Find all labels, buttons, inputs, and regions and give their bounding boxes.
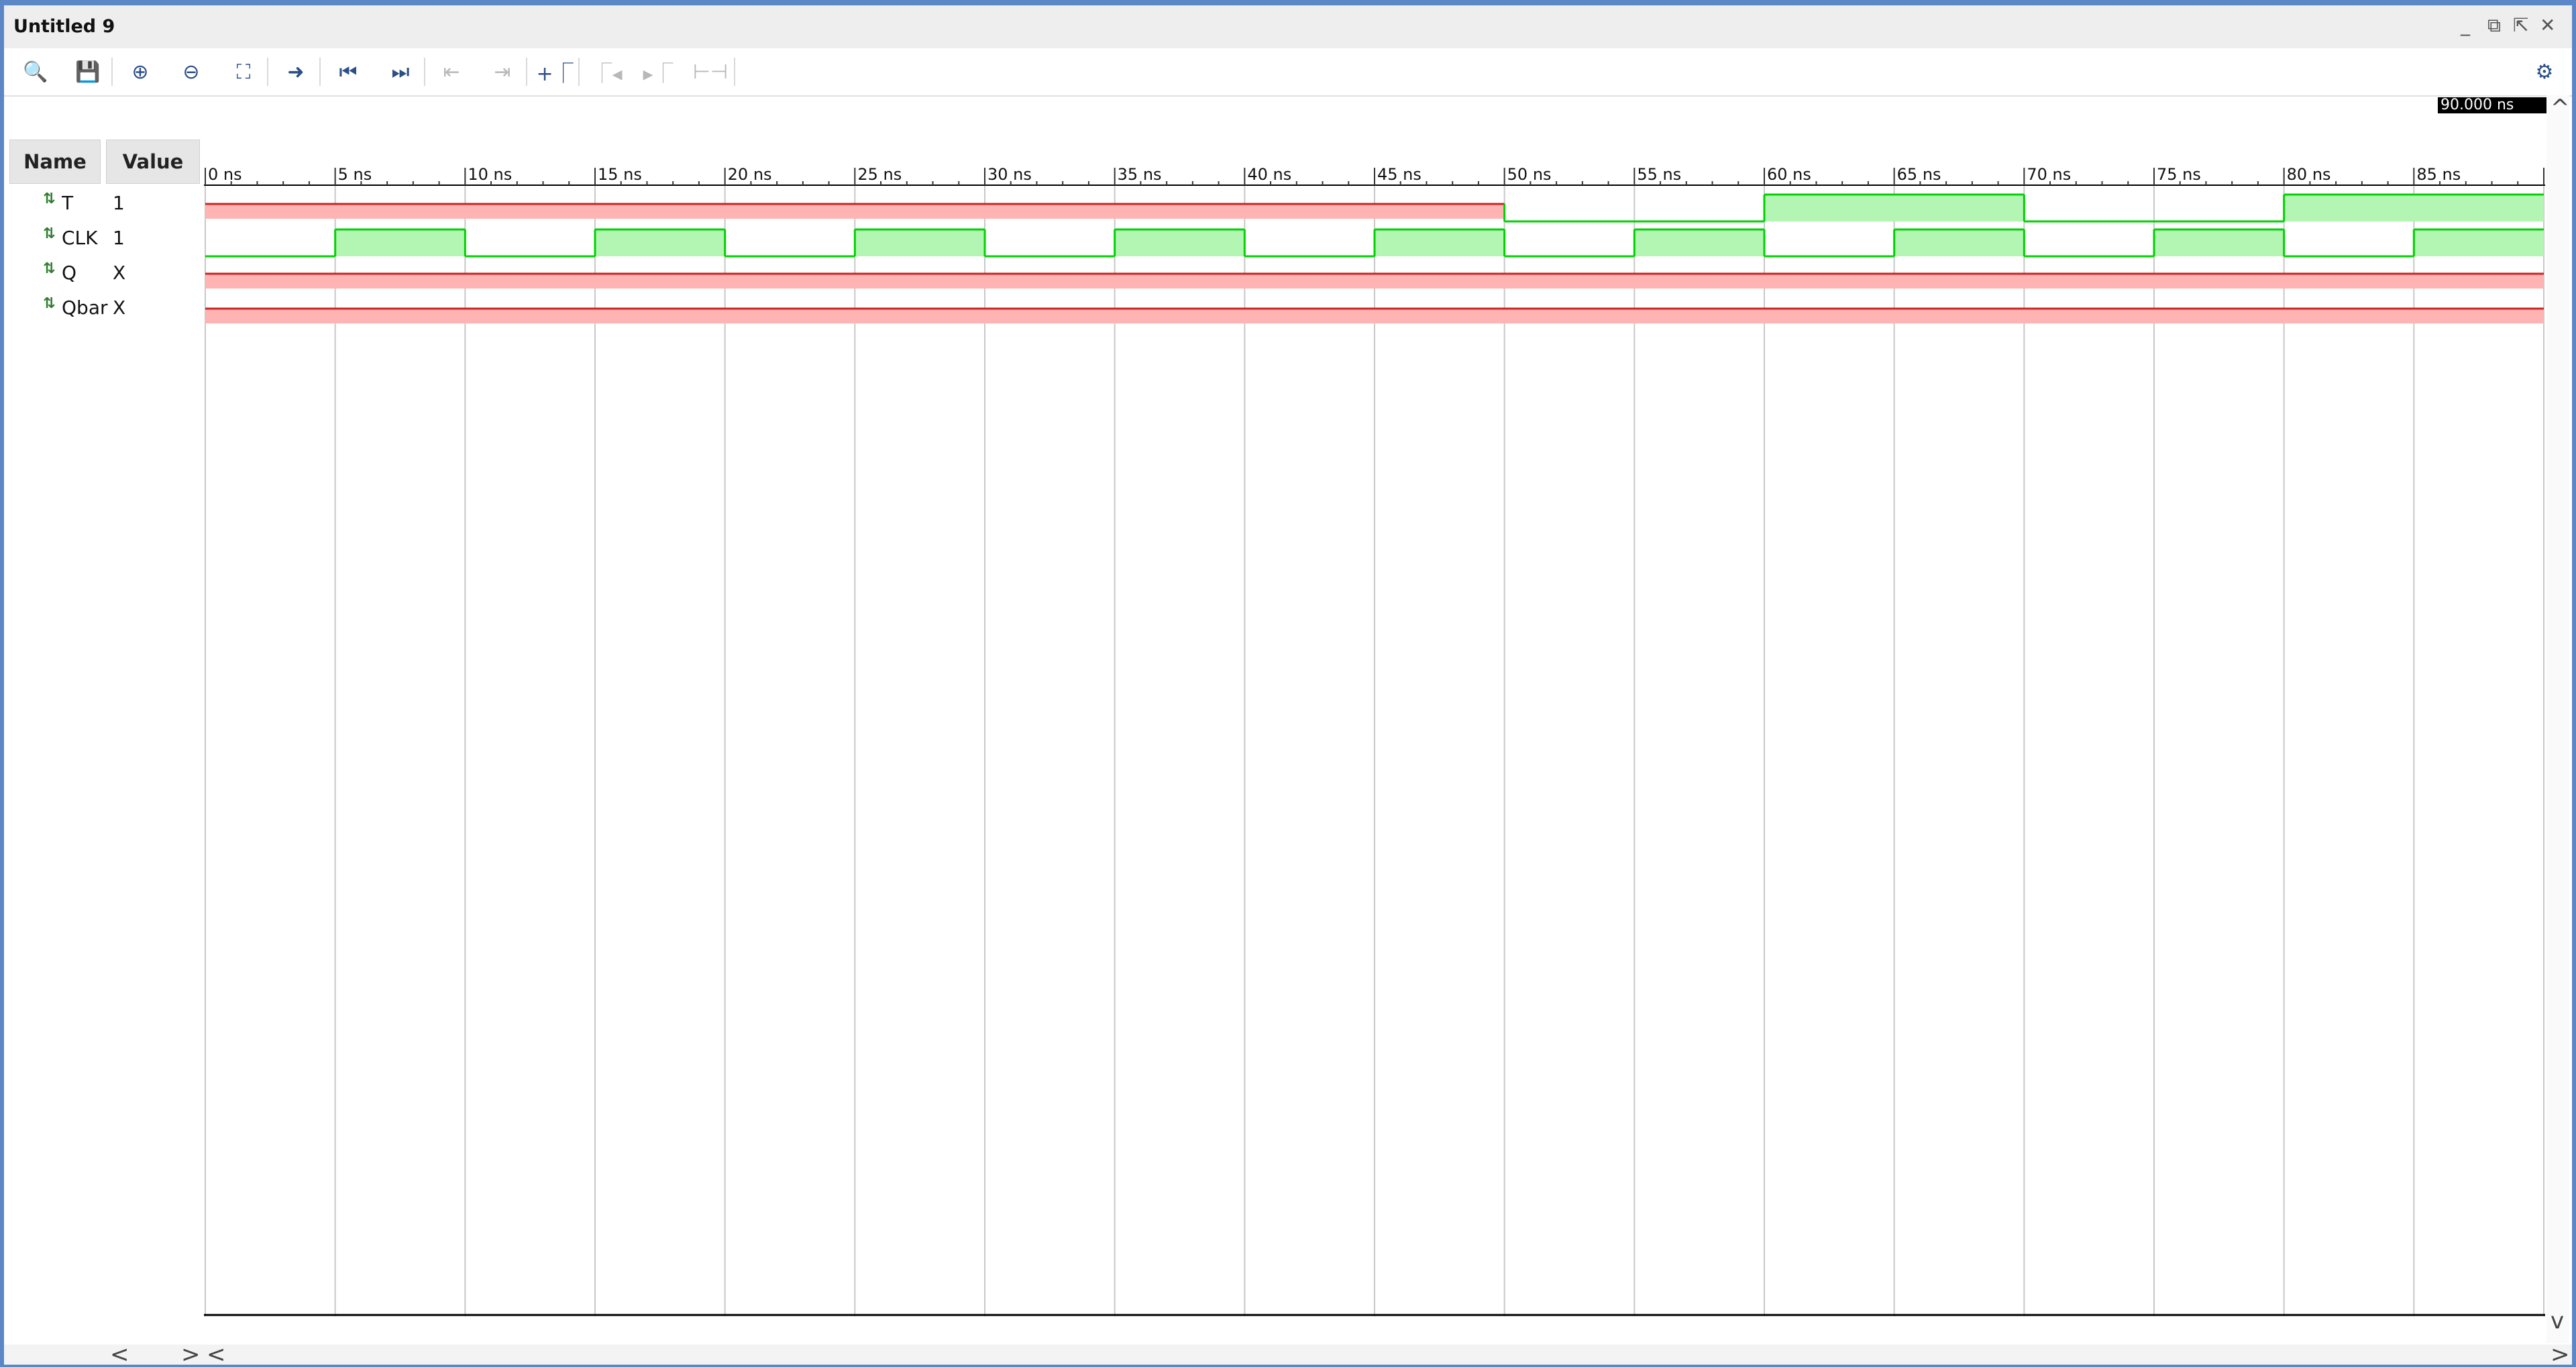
toolbar-separator	[734, 58, 735, 86]
toolbar-separator	[319, 58, 321, 86]
waveform-canvas[interactable]: 0 ns 5 ns 10 ns 15 ns 20 ns 25 ns 30 ns 35 ns 40…	[204, 95, 2545, 1316]
wave-segment-unknown	[205, 274, 2544, 288]
horizontal-scrollbar[interactable]: < > < >	[4, 1343, 2572, 1366]
wave-segment-high	[335, 229, 466, 256]
wave-segment-high	[1375, 229, 1505, 256]
swap-cursors-icon[interactable]: ⊢⊣	[693, 56, 728, 87]
wave-segment-high	[1894, 229, 2025, 256]
tick-label: 20 ns	[728, 165, 772, 184]
name-column-header[interactable]: Name	[9, 140, 101, 184]
tick-label: 25 ns	[857, 165, 902, 184]
tick-label: 85 ns	[2416, 165, 2461, 184]
zoom-fit-icon[interactable]: ⛶	[227, 56, 260, 87]
zoom-in-icon[interactable]: ⊕	[123, 56, 157, 87]
signal-name: Qbar	[62, 297, 108, 319]
scroll-up-icon[interactable]: ^	[2551, 97, 2570, 119]
cursor-time-readout: 90.000 ns	[2438, 97, 2546, 113]
toolbar-separator	[424, 58, 425, 86]
tick-label: 75 ns	[2157, 165, 2201, 184]
tick-label: 0 ns	[208, 165, 242, 184]
wave-segment-high	[2414, 229, 2544, 256]
tick-label: 80 ns	[2287, 165, 2331, 184]
signal-name: CLK	[62, 227, 98, 249]
tick-label: 50 ns	[1507, 165, 1552, 184]
signal-row-clk[interactable]: ⇅ CLK 1	[9, 224, 201, 251]
tick-label: 30 ns	[987, 165, 1032, 184]
zoom-out-icon[interactable]: ⊖	[174, 56, 208, 87]
previous-marker-icon[interactable]: ⎾◂	[590, 56, 624, 87]
add-marker-icon[interactable]: +⎾	[536, 56, 573, 87]
scroll-down-icon[interactable]: v	[2551, 1310, 2564, 1332]
tick-label: 15 ns	[598, 165, 642, 184]
save-icon[interactable]: 💾	[71, 56, 105, 87]
tick-label: 60 ns	[1767, 165, 1811, 184]
wave-segment-high	[1634, 229, 1764, 256]
tick-label: 35 ns	[1118, 165, 1162, 184]
float-icon[interactable]: ⇱	[2513, 15, 2528, 36]
signal-value: 1	[113, 192, 125, 214]
value-column-header[interactable]: Value	[106, 140, 200, 184]
tick-label: 55 ns	[1637, 165, 1681, 184]
names-scroll-right-icon[interactable]: >	[181, 1343, 201, 1366]
tick-label: 65 ns	[1897, 165, 1941, 184]
toolbar-separator	[111, 58, 113, 86]
toolbar-separator	[578, 58, 580, 86]
wave-scroll-right-icon[interactable]: >	[2551, 1343, 2570, 1366]
vertical-scrollbar[interactable]: ^ v	[2546, 95, 2570, 1343]
wave-segment-high	[1114, 229, 1245, 256]
go-to-time-zero-icon[interactable]: ⏮	[331, 56, 365, 87]
wave-scroll-left-icon[interactable]: <	[207, 1343, 226, 1366]
wave-segment-unknown	[205, 204, 1505, 219]
tick-label: 5 ns	[338, 165, 372, 184]
window-title: Untitled 9	[13, 16, 115, 37]
previous-transition-icon[interactable]: ⇤	[435, 56, 468, 87]
signal-type-icon: ⇅	[43, 225, 56, 242]
next-marker-icon[interactable]: ▸⎾	[641, 56, 675, 87]
signal-row-t[interactable]: ⇅ T 1	[9, 189, 201, 216]
signal-name: Q	[62, 262, 77, 284]
signal-name: T	[62, 192, 74, 214]
signal-type-icon: ⇅	[43, 260, 56, 277]
signal-value: 1	[113, 227, 125, 249]
title-bar: Untitled 9 _ ⧉ ⇱ ✕	[4, 5, 2572, 48]
go-to-cursor-icon[interactable]: ➜	[279, 56, 313, 87]
minimize-icon[interactable]: _	[2461, 15, 2470, 36]
wave-segment-high	[855, 229, 985, 256]
restore-icon[interactable]: ⧉	[2487, 15, 2501, 36]
next-transition-icon[interactable]: ⇥	[486, 56, 519, 87]
signal-row-q[interactable]: ⇅ Q X	[9, 259, 201, 286]
search-icon[interactable]: 🔍	[19, 56, 52, 87]
tick-label: 40 ns	[1247, 165, 1291, 184]
signal-value: X	[113, 297, 126, 319]
wave-segment-high	[1764, 195, 2025, 221]
toolbar-separator	[526, 58, 527, 86]
close-icon[interactable]: ✕	[2540, 15, 2555, 36]
settings-gear-icon[interactable]: ⚙	[2528, 56, 2561, 87]
signal-type-icon: ⇅	[43, 295, 56, 312]
go-to-last-time-icon[interactable]: ⏭	[384, 56, 417, 87]
tick-label: 45 ns	[1377, 165, 1421, 184]
toolbar-separator	[267, 58, 268, 86]
wave-segment-high	[595, 229, 725, 256]
wave-segment-high	[2154, 229, 2284, 256]
names-scroll-left-icon[interactable]: <	[110, 1343, 129, 1366]
toolbar: 🔍 💾 ⊕ ⊖ ⛶ ➜ ⏮ ⏭ ⇤ ⇥ +⎾ ⎾◂ ▸⎾ ⊢⊣ ⚙	[4, 48, 2572, 97]
tick-label: 70 ns	[2027, 165, 2071, 184]
signal-value: X	[113, 262, 126, 284]
signal-type-icon: ⇅	[43, 191, 56, 207]
wave-segment-unknown	[205, 309, 2544, 323]
wave-segment-high	[2284, 195, 2544, 221]
tick-label: 10 ns	[468, 165, 512, 184]
signal-row-qbar[interactable]: ⇅ Qbar X	[9, 294, 201, 321]
